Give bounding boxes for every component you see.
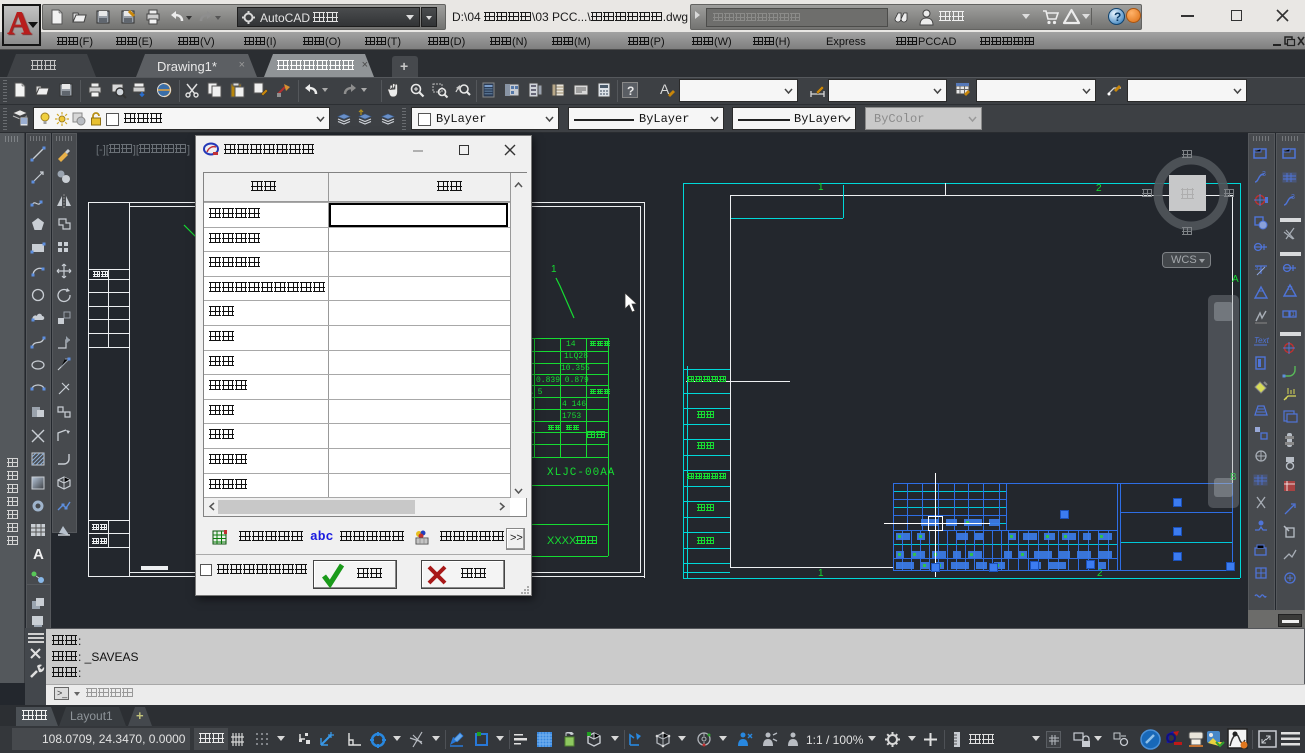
svg-text:12: 12 [1287, 286, 1293, 292]
svg-text:32: 32 [1255, 266, 1262, 272]
svg-text:Text: Text [1254, 336, 1270, 345]
svg-text:3: 3 [1291, 194, 1295, 201]
svg-text:A: A [33, 546, 44, 563]
svg-text:3: 3 [1262, 171, 1266, 178]
